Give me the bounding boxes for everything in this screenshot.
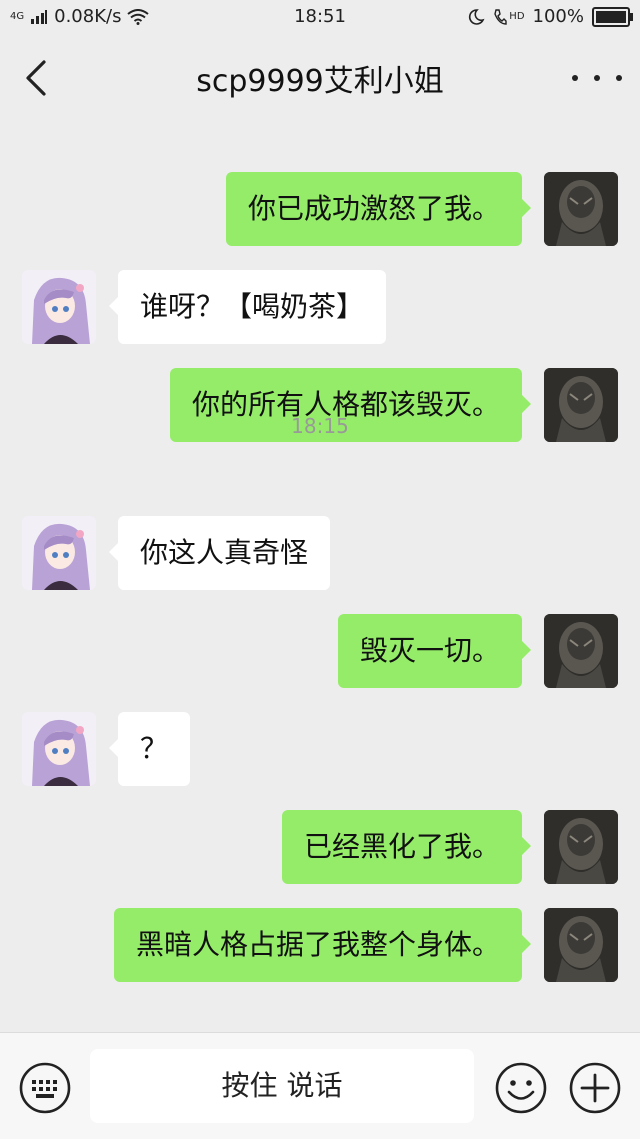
anime-girl-avatar[interactable]: [22, 712, 96, 786]
my-message-row: 已经黑化了我。: [0, 808, 640, 886]
more-dot: [572, 75, 578, 81]
more-dots-icon[interactable]: [572, 60, 622, 96]
input-bar: 按住 说话: [0, 1032, 640, 1139]
battery-level: [596, 10, 626, 23]
more-dot: [616, 75, 622, 81]
phone-hd-icon: [494, 8, 507, 25]
keyboard-icon[interactable]: [18, 1061, 72, 1115]
contact-message-row: 谁呀？【喝奶茶】: [0, 268, 640, 346]
more-dot: [594, 75, 600, 81]
my-message-bubble[interactable]: 黑暗人格占据了我整个身体。: [113, 908, 532, 982]
my-message-row: 黑暗人格占据了我整个身体。: [0, 906, 640, 984]
anime-girl-avatar[interactable]: [22, 270, 96, 344]
hold-to-talk-button[interactable]: 按住 说话: [90, 1049, 474, 1123]
battery-percent: 100%: [532, 6, 584, 27]
my-message-bubble[interactable]: 你已成功激怒了我。: [225, 172, 532, 246]
chat-timestamp: 18:15: [291, 414, 349, 438]
chat-area[interactable]: 你已成功激怒了我。 谁呀？【喝奶茶】 你的所有人格都该毁灭。 18:15 你这人真奇怪毁…: [0, 110, 640, 1032]
contact-message-bubble[interactable]: 你这人真奇怪: [108, 516, 331, 590]
dark-figure-avatar[interactable]: [544, 614, 618, 688]
plus-icon[interactable]: [568, 1061, 622, 1115]
contact-message-bubble[interactable]: 谁呀？【喝奶茶】: [108, 270, 387, 344]
status-right: HD 100%: [467, 6, 633, 27]
battery-icon: [592, 6, 633, 27]
my-message-row: 你已成功激怒了我。: [0, 170, 640, 248]
dark-figure-avatar[interactable]: [544, 810, 618, 884]
contact-message-bubble[interactable]: ？: [108, 712, 191, 786]
chat-title: scp9999艾利小姐: [196, 64, 444, 99]
dark-figure-avatar[interactable]: [544, 172, 618, 246]
emoji-icon[interactable]: [494, 1061, 548, 1115]
dark-figure-avatar[interactable]: [544, 908, 618, 982]
my-message-bubble[interactable]: 已经黑化了我。: [281, 810, 532, 884]
moon-icon: [469, 8, 485, 25]
contact-message-row: 你这人真奇怪: [0, 514, 640, 592]
my-message-row: 毁灭一切。: [0, 612, 640, 690]
hd-label: HD: [509, 11, 525, 22]
contact-message-row: ？: [0, 710, 640, 788]
anime-girl-avatar[interactable]: [22, 516, 96, 590]
nav-bar: scp9999艾利小姐: [0, 34, 640, 120]
my-message-bubble[interactable]: 毁灭一切。: [337, 614, 532, 688]
status-bar: 4G 0.08K/s 18:51 HD 100%: [0, 0, 640, 34]
